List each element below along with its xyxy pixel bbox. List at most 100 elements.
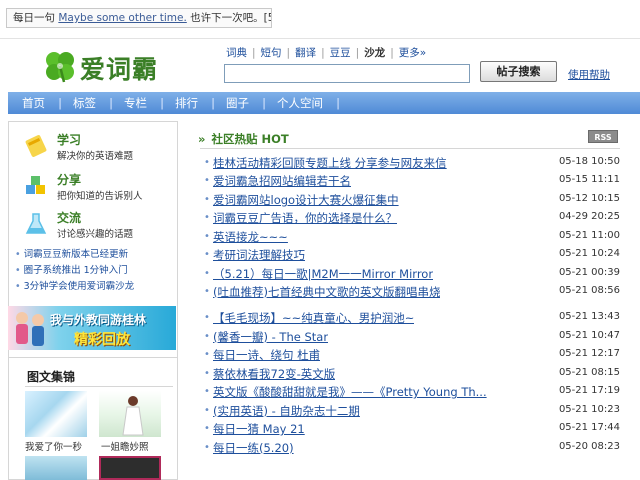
post-title-link[interactable]: 词霸豆豆广告语，你的选择是什么？ (213, 210, 397, 226)
nav-ranking[interactable]: 排行 (161, 92, 215, 114)
separator: | (321, 47, 325, 59)
rss-icon[interactable]: RSS (588, 130, 618, 143)
post-title-link[interactable]: 爱词霸急招网站编辑若干名 (213, 173, 351, 189)
clover-icon (46, 52, 74, 83)
post-date: 05-21 13:43 (558, 311, 620, 322)
search-type-translate[interactable]: 翻译 (295, 47, 316, 59)
gallery: 图文集锦 我爱了你一秒 一姐瞻妙照 (8, 358, 178, 480)
post-title-link[interactable]: (馨香一瓣) - The Star (213, 329, 328, 345)
main-nav: 首页标签专栏排行圈子个人空间 (8, 92, 640, 114)
post-title-link[interactable]: 每日一猜 May 21 (213, 421, 305, 437)
post-date: 05-21 10:23 (558, 404, 620, 415)
post-title-link[interactable]: （5.21）每日一歌|M2M一一Mirror Mirror (213, 266, 433, 282)
gallery-thumbnail[interactable] (99, 391, 161, 437)
post-row: • (实用英语) - 自助杂志十二期 05-21 10:23 (204, 402, 620, 420)
bullet-icon: • (204, 386, 210, 397)
bullet-icon: • (204, 286, 210, 297)
post-title-link[interactable]: 每日一练(5.20) (213, 440, 294, 456)
nav-columns[interactable]: 专栏 (110, 92, 164, 114)
post-title-link[interactable]: (实用英语) - 自助杂志十二期 (213, 403, 360, 419)
bullet-icon: • (204, 368, 210, 379)
post-title-link[interactable]: 桂林活动精彩回顾专题上线 分享参与网友来信 (213, 155, 447, 171)
post-date: 05-21 11:00 (558, 230, 620, 241)
post-row: • 每日一练(5.20) 05-20 08:23 (204, 439, 620, 457)
promo-figures-icon (16, 312, 44, 346)
search-type-more[interactable]: 更多» (399, 47, 426, 59)
divider (200, 148, 620, 149)
promo-line1: 我与外教同游桂林 (50, 313, 147, 327)
daily-translation: 也许下一次吧。[5.22] (190, 12, 271, 24)
header-divider (0, 38, 640, 39)
post-row: • 英语接龙~~~ 05-21 11:00 (204, 228, 620, 246)
bullet-icon: • (204, 423, 210, 434)
promo-banner[interactable]: 我与外教同游桂林 精彩回放 (8, 306, 176, 350)
post-row: • 爱词霸急招网站编辑若干名 05-15 11:11 (204, 172, 620, 190)
search-type-sentence[interactable]: 短句 (261, 47, 282, 59)
search-type-dictionary[interactable]: 词典 (226, 47, 247, 59)
post-title-link[interactable]: 英文版《酸酸甜甜就是我》——《Pretty Young Th... (213, 384, 487, 400)
post-date: 05-21 08:56 (558, 285, 620, 296)
search-type-salon[interactable]: 沙龙 (364, 47, 385, 59)
bullet-icon: • (204, 175, 210, 186)
post-date: 05-20 08:23 (558, 441, 620, 452)
gallery-title: 图文集锦 (27, 370, 76, 384)
nav-tags[interactable]: 标签 (59, 92, 113, 114)
feature-title: 交流 (57, 211, 82, 225)
gallery-caption[interactable]: 我爱了你一秒 (25, 439, 82, 453)
sidebar-link[interactable]: 词霸豆豆新版本已经更新 (15, 247, 175, 263)
sidebar-link[interactable]: 3分钟学会使用爱词霸沙龙 (15, 279, 175, 295)
daily-prefix: 每日一句 (13, 12, 59, 24)
gallery-thumbnail[interactable] (25, 391, 87, 437)
post-row: • (吐血推荐)七首经典中文歌的英文版翻唱串烧 05-21 08:56 (204, 283, 620, 301)
post-title-link[interactable]: 爱词霸网站logo设计大赛火爆征集中 (213, 192, 399, 208)
pencil-icon (25, 135, 47, 157)
separator: | (252, 47, 256, 59)
post-date: 05-12 10:15 (558, 193, 620, 204)
search-input[interactable] (224, 64, 470, 83)
bullet-icon: • (204, 349, 210, 360)
daily-quote-link[interactable]: Maybe some other time. (58, 12, 186, 24)
flask-icon (25, 213, 47, 234)
gallery-thumbnail[interactable] (99, 456, 161, 480)
bullet-icon: • (204, 405, 210, 416)
post-date: 05-21 12:17 (558, 348, 620, 359)
gallery-caption[interactable]: 一姐瞻妙照 (101, 439, 149, 453)
post-title-link[interactable]: 考研词法理解技巧 (213, 247, 305, 263)
post-row: • （5.21）每日一歌|M2M一一Mirror Mirror 05-21 00:3… (204, 265, 620, 283)
post-row: • 蔡依林看我72变-英文版 05-21 08:15 (204, 365, 620, 383)
separator: | (355, 47, 360, 59)
separator: | (390, 47, 394, 59)
post-title-link[interactable]: 【毛毛现场】~~纯真童心、男护润池~ (213, 310, 414, 326)
search-type-doudou[interactable]: 豆豆 (330, 47, 351, 59)
post-row: • 每日一猜 May 21 05-21 17:44 (204, 420, 620, 438)
post-title-link[interactable]: (吐血推荐)七首经典中文歌的英文版翻唱串烧 (213, 284, 440, 300)
bullet-icon: • (204, 331, 210, 342)
post-row: • 【毛毛现场】~~纯真童心、男护润池~ 05-21 13:43 (204, 309, 620, 327)
post-row: • 桂林活动精彩回顾专题上线 分享参与网友来信 05-18 10:50 (204, 154, 620, 172)
hot-posts-title: 社区热贴 HOT (211, 132, 289, 146)
post-row: • 词霸豆豆广告语，你的选择是什么？ 04-29 20:25 (204, 209, 620, 227)
gallery-thumbnail[interactable] (25, 456, 87, 480)
help-link[interactable]: 使用帮助 (568, 67, 610, 82)
site-logo[interactable]: 爱词霸 (42, 48, 187, 86)
double-arrow-icon: » (198, 132, 206, 146)
post-row: • 考研词法理解技巧 05-21 10:24 (204, 246, 620, 264)
bullet-icon: • (204, 268, 210, 279)
logo-text: 爱词霸 (80, 55, 159, 84)
hot-posts-heading: » 社区热贴 HOT (198, 131, 289, 147)
nav-personal-space[interactable]: 个人空间 (263, 92, 340, 114)
sidebar-link[interactable]: 圈子系统推出 1分钟入门 (15, 263, 175, 279)
post-search-button[interactable]: 帖子搜索 (480, 61, 557, 82)
post-title-link[interactable]: 英语接龙~~~ (213, 229, 288, 245)
person-figure-icon (122, 396, 144, 436)
bullet-icon: • (204, 231, 210, 242)
nav-circles[interactable]: 圈子 (212, 92, 266, 114)
promo-line2: 精彩回放 (74, 332, 130, 348)
nav-home[interactable]: 首页 (8, 92, 62, 114)
post-row: • (馨香一瓣) - The Star 05-21 10:47 (204, 328, 620, 346)
post-title-link[interactable]: 每日一诗、绕句 杜甫 (213, 347, 320, 363)
post-title-link[interactable]: 蔡依林看我72变-英文版 (213, 366, 335, 382)
post-row: • 爱词霸网站logo设计大赛火爆征集中 05-12 10:15 (204, 191, 620, 209)
bullet-icon: • (204, 157, 210, 168)
post-date: 05-15 11:11 (558, 174, 620, 185)
